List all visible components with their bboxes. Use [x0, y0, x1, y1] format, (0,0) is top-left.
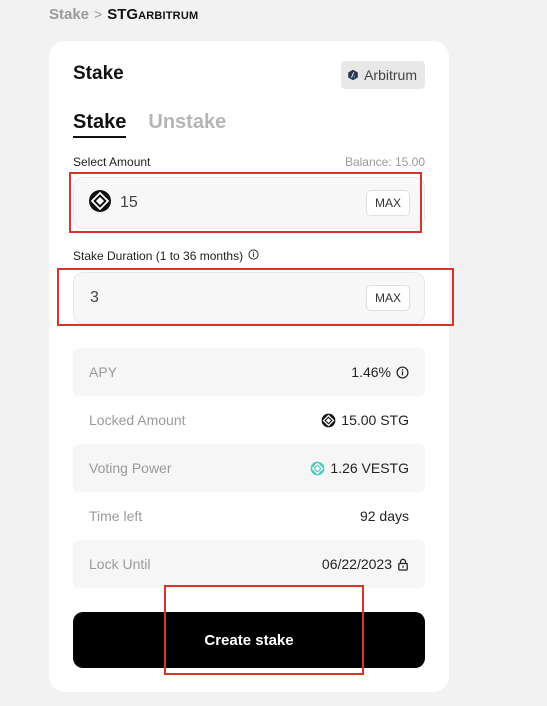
stat-value-group: 1.26 VESTG: [310, 460, 409, 476]
stake-tabs: Stake Unstake: [73, 111, 226, 138]
stat-row-voting-power: Voting Power 1.26 VESTG: [73, 444, 425, 492]
voting-power-value: 1.26 VESTG: [330, 460, 409, 476]
lock-until-value: 06/22/2023: [321, 556, 392, 572]
create-stake-button[interactable]: Create stake: [73, 612, 425, 668]
stake-card: Stake Arbitrum Stake Unstake Select Amou…: [49, 41, 449, 692]
breadcrumb-token: STG: [107, 6, 139, 23]
stat-row-lock-until: Lock Until 06/22/2023: [73, 540, 425, 588]
amount-value[interactable]: 15: [120, 194, 366, 212]
stake-summary: APY 1.46% Locked Amount 15.00 STG Voting…: [73, 348, 425, 588]
select-amount-text: Select Amount: [73, 155, 151, 169]
breadcrumb-stake-link[interactable]: Stake: [49, 6, 89, 23]
stat-label: Lock Until: [89, 556, 151, 572]
stake-duration-label: Stake Duration (1 to 36 months): [73, 249, 259, 263]
duration-max-button[interactable]: MAX: [365, 285, 410, 311]
lock-icon: [397, 558, 409, 571]
stake-duration-text: Stake Duration (1 to 36 months): [73, 249, 244, 263]
stat-row-apy: APY 1.46%: [73, 348, 425, 396]
info-icon[interactable]: [248, 249, 259, 263]
stat-row-time-left: Time left 92 days: [73, 492, 425, 540]
vestg-icon: [310, 461, 325, 476]
balance-text: Balance: 15.00: [344, 155, 425, 169]
breadcrumb-chain: ARBITRUM: [138, 10, 199, 22]
stat-value-group: 1.46%: [351, 364, 409, 380]
time-left-value: 92 days: [359, 508, 409, 524]
stat-value-group: 15.00 STG: [321, 412, 409, 428]
stat-row-locked-amount: Locked Amount 15.00 STG: [73, 396, 425, 444]
card-title: Stake: [73, 63, 124, 84]
tab-stake[interactable]: Stake: [73, 111, 127, 138]
tab-unstake[interactable]: Unstake: [148, 111, 226, 138]
duration-input[interactable]: 3 MAX: [73, 272, 425, 324]
select-amount-label: Select Amount: [73, 155, 150, 169]
stat-label: APY: [89, 364, 118, 380]
stat-label: Locked Amount: [89, 412, 186, 428]
breadcrumb-separator: >: [94, 6, 103, 22]
network-badge: Arbitrum: [341, 61, 425, 89]
stargate-icon: [321, 413, 336, 428]
info-icon[interactable]: [396, 365, 409, 379]
stargate-icon: [88, 189, 112, 218]
locked-amount-value: 15.00 STG: [341, 412, 409, 428]
breadcrumb: Stake > STGARBITRUM: [49, 6, 198, 26]
amount-input[interactable]: 15 MAX: [73, 177, 425, 229]
breadcrumb-current: STGARBITRUM: [107, 6, 198, 23]
amount-max-button[interactable]: MAX: [365, 190, 410, 216]
apy-value: 1.46%: [351, 364, 391, 380]
arbitrum-icon: [347, 69, 359, 81]
network-name: Arbitrum: [364, 67, 417, 83]
stat-value-group: 06/22/2023: [322, 556, 409, 572]
duration-value[interactable]: 3: [90, 289, 366, 307]
stat-label: Time left: [89, 508, 143, 524]
stat-label: Voting Power: [89, 460, 172, 476]
